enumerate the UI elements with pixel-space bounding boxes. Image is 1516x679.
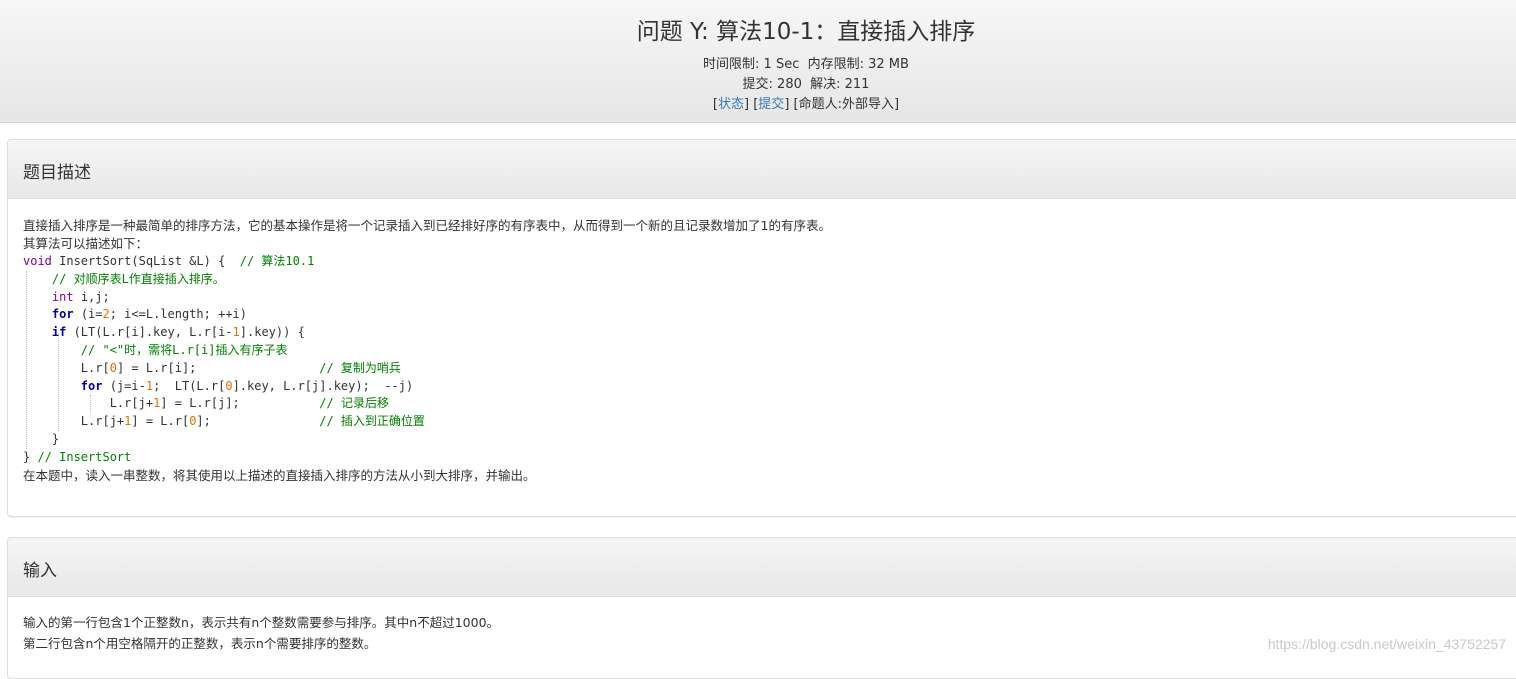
problem-header: 问题 Y: 算法10-1：直接插入排序 时间限制: 1 Sec 内存限制: 32… xyxy=(0,0,1516,123)
description-body: 直接插入排序是一种最简单的排序方法，它的基本操作是将一个记录插入到已经排好序的有… xyxy=(8,199,1516,485)
input-heading: 输入 xyxy=(8,538,1516,597)
description-panel: 题目描述 直接插入排序是一种最简单的排序方法，它的基本操作是将一个记录插入到已经… xyxy=(7,139,1516,517)
code-line: for (j=i-1; LT(L.r[0].key, L.r[j].key); … xyxy=(80,378,414,393)
code-line: void InsertSort(SqList &L) { // 算法10.1 xyxy=(23,254,315,268)
code-line: // 对顺序表L作直接插入排序。 xyxy=(51,271,225,286)
code-line: L.r[0] = L.r[i]; // 复制为哨兵 xyxy=(80,360,401,375)
watermark: https://blog.csdn.net/weixin_43752257 xyxy=(1267,636,1506,652)
input-panel: 输入 输入的第一行包含1个正整数n，表示共有n个整数需要参与排序。其中n不超过1… xyxy=(7,537,1516,679)
time-limit: 时间限制: 1 Sec xyxy=(703,57,800,72)
description-text-1: 直接插入排序是一种最简单的排序方法，它的基本操作是将一个记录插入到已经排好序的有… xyxy=(23,218,831,233)
code-line: } xyxy=(51,431,60,446)
code-line: L.r[j+1] = L.r[0]; // 插入到正确位置 xyxy=(80,414,425,429)
code-line: int i,j; xyxy=(51,289,110,304)
input-text-1: 输入的第一行包含1个正整数n，表示共有n个整数需要参与排序。其中n不超过1000… xyxy=(23,615,500,630)
solved-count: 解决: 211 xyxy=(810,77,870,92)
description-text-2: 其算法可以描述如下： xyxy=(23,236,149,251)
memory-limit: 内存限制: 32 MB xyxy=(807,57,909,72)
limits-line: 时间限制: 1 Sec 内存限制: 32 MB xyxy=(0,53,1516,72)
code-line: } // InsertSort xyxy=(23,449,132,464)
description-text-3: 在本题中，读入一串整数，将其使用以上描述的直接插入排序的方法从小到大排序，并输出… xyxy=(23,467,536,483)
author-label: [命题人:外部导入] xyxy=(793,97,900,112)
submit-link[interactable]: 提交 xyxy=(758,97,784,112)
code-line: if (LT(L.r[i].key, L.r[i-1].key)) { xyxy=(51,325,305,340)
action-links: [状态] [提交] [命题人:外部导入] xyxy=(712,97,900,112)
submit-count: 提交: 280 xyxy=(742,77,802,92)
code-line: // "<"时，需将L.r[i]插入有序子表 xyxy=(80,342,288,357)
status-link[interactable]: 状态 xyxy=(718,97,744,112)
code-line: L.r[j+1] = L.r[j]; // 记录后移 xyxy=(109,396,389,411)
problem-title: 问题 Y: 算法10-1：直接插入排序 xyxy=(636,19,976,45)
code-block: void InsertSort(SqList &L) { // 算法10.1 /… xyxy=(23,253,1513,467)
code-line: for (i=2; i<=L.length; ++i) xyxy=(51,307,248,322)
description-heading: 题目描述 xyxy=(8,140,1516,199)
stats-line: 提交: 280 解决: 211 xyxy=(0,73,1516,92)
